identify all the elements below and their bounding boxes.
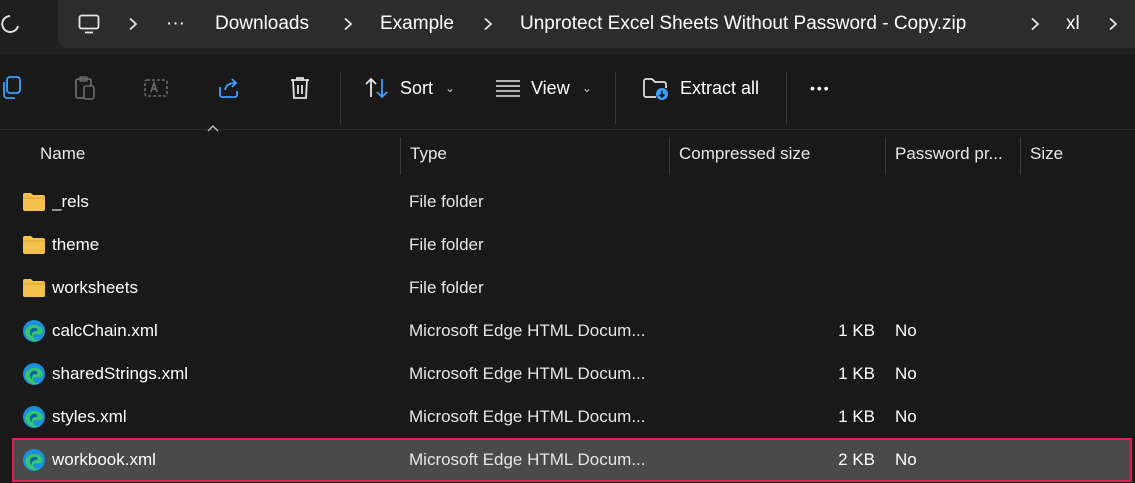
paste-button[interactable] [73,68,97,108]
compressed-size [674,182,875,222]
compressed-size: 1 KB [838,364,875,383]
breadcrumb-downloads[interactable]: Downloads [215,0,309,48]
file-type: File folder [409,192,484,211]
column-header-type[interactable]: Type [410,131,665,176]
chevron-right-icon[interactable] [483,0,493,48]
column-divider[interactable] [1020,137,1021,175]
toolbar-separator [340,72,341,124]
compressed-size [674,268,875,308]
share-icon [219,78,238,98]
toolbar-separator [786,72,787,124]
chevron-right-icon[interactable] [1108,0,1118,48]
password-protected [895,268,1015,308]
view-button[interactable]: View ⌄ [495,68,592,108]
rename-button[interactable] [143,68,169,108]
list-item-selected[interactable]: workbook.xml Microsoft Edge HTML Docum..… [12,438,1132,482]
file-name: _rels [52,192,89,211]
file-name: calcChain.xml [52,321,158,340]
column-divider[interactable] [669,137,670,175]
file-type: Microsoft Edge HTML Docum... [409,364,646,383]
file-type: File folder [409,278,484,297]
folder-icon [23,279,45,297]
folder-icon [23,236,45,254]
password-protected: No [895,321,917,340]
list-item[interactable]: theme File folder [14,225,1130,265]
refresh-button[interactable] [0,4,28,46]
password-protected [895,225,1015,265]
edge-icon [23,449,45,471]
chevron-right-icon[interactable] [128,0,138,48]
more-options-icon: ••• [810,80,831,96]
clipboard-icon [75,76,95,100]
breadcrumb-example[interactable]: Example [380,0,454,48]
compressed-size: 2 KB [838,450,875,469]
monitor-icon [78,14,100,34]
file-name: sharedStrings.xml [52,364,189,383]
copy-icon [3,76,21,99]
file-type: Microsoft Edge HTML Docum... [409,321,646,340]
chevron-down-icon: ⌄ [445,81,456,95]
chevron-right-icon[interactable] [1030,0,1040,48]
compressed-size [674,225,875,265]
edge-icon [23,406,45,428]
extract-all-label: Extract all [680,77,760,98]
password-protected [895,182,1015,222]
sort-icon [365,77,388,99]
column-header: Name Type Compressed size Password pr...… [0,131,1135,176]
column-divider[interactable] [400,137,401,175]
chevron-down-icon: ⌄ [581,81,592,95]
trash-icon [291,77,309,99]
compressed-size: 1 KB [838,407,875,426]
edge-icon [23,363,45,385]
delete-button[interactable] [288,68,312,108]
refresh-icon [1,15,19,33]
column-header-size[interactable]: Size [1030,131,1130,176]
file-name: theme [52,235,100,254]
address-bar[interactable]: ··· Downloads Example Unprotect Excel Sh… [58,0,1135,48]
list-item[interactable]: styles.xml Microsoft Edge HTML Docum... … [14,397,1130,437]
file-type: File folder [409,235,484,254]
this-pc-button[interactable] [78,0,100,48]
folder-icon [23,193,45,211]
file-name: styles.xml [52,407,127,426]
list-item[interactable]: calcChain.xml Microsoft Edge HTML Docum.… [14,311,1130,351]
password-protected: No [895,407,917,426]
compressed-size: 1 KB [838,321,875,340]
view-lines-icon [496,80,520,97]
file-type: Microsoft Edge HTML Docum... [409,450,646,469]
breadcrumb-more[interactable]: ··· [166,0,185,48]
toolbar-separator [615,72,616,124]
column-header-name[interactable]: Name [40,131,395,176]
view-label: View [531,77,570,98]
list-item[interactable]: worksheets File folder [14,268,1130,308]
address-bar-region: ··· Downloads Example Unprotect Excel Sh… [0,0,1135,54]
password-protected: No [895,450,917,469]
share-button[interactable] [216,68,242,108]
copy-button[interactable] [0,68,24,108]
command-bar: Sort ⌄ View ⌄ Extract all ••• [0,54,1135,130]
breadcrumb-xl[interactable]: xl [1066,0,1080,48]
breadcrumb-zip[interactable]: Unprotect Excel Sheets Without Password … [520,0,966,48]
chevron-right-icon[interactable] [343,0,353,48]
file-name: workbook.xml [52,450,156,469]
list-item[interactable]: sharedStrings.xml Microsoft Edge HTML Do… [14,354,1130,394]
more-options-button[interactable]: ••• [810,68,831,108]
rename-icon [144,79,168,97]
password-protected: No [895,364,917,383]
sort-label: Sort [400,77,434,98]
file-name: worksheets [52,278,138,297]
file-type: Microsoft Edge HTML Docum... [409,407,646,426]
list-item[interactable]: _rels File folder [14,182,1130,222]
edge-icon [23,320,45,342]
column-divider[interactable] [885,137,886,175]
column-header-compressed-size[interactable]: Compressed size [679,131,879,176]
zip-folder-icon [643,78,668,100]
column-header-password-protected[interactable]: Password pr... [895,131,1015,176]
sort-button[interactable]: Sort ⌄ [364,68,455,108]
extract-all-button[interactable]: Extract all [642,68,759,108]
